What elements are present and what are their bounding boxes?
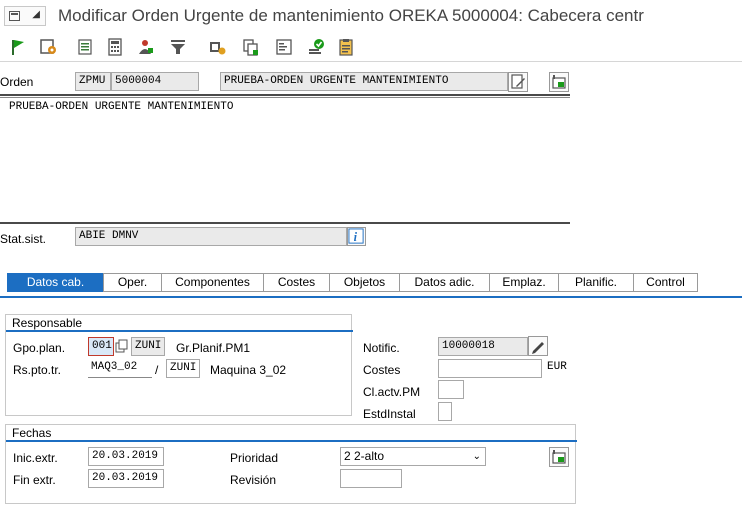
fechas-title: Fechas bbox=[12, 426, 52, 440]
estd-instal-label: EstdInstal bbox=[363, 407, 416, 421]
editor-top-border bbox=[0, 94, 570, 96]
svg-text:i: i bbox=[354, 230, 358, 244]
person-icon[interactable] bbox=[136, 38, 154, 56]
costes-label: Costes bbox=[363, 363, 401, 377]
inic-extr-label: Inic.extr. bbox=[13, 451, 58, 465]
list-icon[interactable] bbox=[275, 38, 293, 56]
tab-costes[interactable]: Costes bbox=[263, 273, 329, 292]
gpo-plan-description: Gr.Planif.PM1 bbox=[176, 341, 251, 355]
prioridad-dropdown[interactable]: 2 2-alto ⌄ bbox=[340, 447, 486, 466]
edit-text-button[interactable] bbox=[508, 72, 528, 92]
title-bar: ◢ Modificar Orden Urgente de mantenimien… bbox=[0, 0, 742, 32]
tab-emplaz[interactable]: Emplaz. bbox=[489, 273, 558, 292]
document-icon[interactable] bbox=[76, 38, 94, 56]
long-text-content[interactable]: PRUEBA-ORDEN URGENTE MANTENIMIENTO bbox=[9, 101, 233, 113]
detail-icon bbox=[552, 450, 566, 464]
editor-top-border-inner bbox=[0, 97, 570, 98]
revision-label: Revisión bbox=[230, 473, 277, 487]
responsable-title: Responsable bbox=[12, 316, 83, 330]
funnel-icon[interactable] bbox=[169, 38, 187, 56]
rs-separator: / bbox=[155, 363, 159, 377]
window-title: Modificar Orden Urgente de mantenimiento… bbox=[58, 6, 644, 25]
settings-icon[interactable] bbox=[40, 38, 58, 56]
flag-icon[interactable] bbox=[9, 38, 27, 56]
order-number-field[interactable]: 5000004 bbox=[111, 72, 199, 91]
prioridad-label: Prioridad bbox=[230, 451, 279, 465]
tab-datos-adic[interactable]: Datos adic. bbox=[399, 273, 489, 292]
checkmark-icon[interactable] bbox=[307, 38, 325, 56]
status-info-button[interactable]: i bbox=[347, 227, 366, 246]
tab-datos-cab[interactable]: Datos cab. bbox=[7, 273, 103, 292]
tab-objetos[interactable]: Objetos bbox=[329, 273, 399, 292]
tab-underline bbox=[0, 296, 742, 298]
tab-planific[interactable]: Planific. bbox=[558, 273, 633, 292]
rs-pto-tr-center-field[interactable]: ZUNI bbox=[166, 359, 200, 378]
order-label: Orden bbox=[0, 75, 34, 89]
value-help-icon bbox=[115, 339, 128, 353]
application-toolbar bbox=[0, 32, 742, 62]
expand-icon bbox=[552, 75, 566, 89]
order-type-field[interactable]: ZPMU bbox=[75, 72, 111, 91]
chevron-down-icon: ⌄ bbox=[472, 451, 481, 462]
currency-label: EUR bbox=[547, 361, 567, 373]
tab-control[interactable]: Control bbox=[633, 273, 698, 292]
prioridad-value: 2 2-alto bbox=[344, 449, 385, 463]
rs-pto-tr-description: Maquina 3_02 bbox=[210, 363, 287, 377]
gpo-plan-field[interactable]: 001 bbox=[88, 337, 114, 356]
chevron-down-icon: ◢ bbox=[32, 9, 40, 20]
notific-field: 10000018 bbox=[438, 337, 528, 356]
revision-field[interactable] bbox=[340, 469, 402, 488]
notific-edit-button[interactable] bbox=[528, 336, 548, 356]
clipboard-icon[interactable] bbox=[337, 38, 355, 56]
group-rule bbox=[6, 330, 353, 332]
copy-icon[interactable] bbox=[242, 38, 260, 56]
editor-bottom-border bbox=[0, 222, 570, 224]
rs-pto-tr-field[interactable]: MAQ3_02 bbox=[88, 359, 152, 378]
cl-actv-pm-field[interactable] bbox=[438, 380, 464, 399]
cl-actv-pm-label: Cl.actv.PM bbox=[363, 385, 421, 399]
system-menu-button[interactable]: ◢ bbox=[4, 6, 46, 26]
gpo-plan-center-field: ZUNI bbox=[131, 337, 165, 356]
info-icon: i bbox=[348, 228, 364, 244]
status-label: Stat.sist. bbox=[0, 232, 47, 246]
status-field: ABIE DMNV bbox=[75, 227, 347, 246]
notific-label: Notific. bbox=[363, 341, 400, 355]
fin-extr-field[interactable]: 20.03.2019 bbox=[88, 469, 164, 488]
gpo-plan-label: Gpo.plan. bbox=[13, 341, 66, 355]
cost-icon[interactable] bbox=[208, 38, 226, 56]
estd-instal-field[interactable] bbox=[438, 402, 452, 421]
rs-pto-tr-label: Rs.pto.tr. bbox=[13, 363, 62, 377]
order-description-field[interactable]: PRUEBA-ORDEN URGENTE MANTENIMIENTO bbox=[220, 72, 508, 91]
fin-extr-label: Fin extr. bbox=[13, 473, 56, 487]
inic-extr-field[interactable]: 20.03.2019 bbox=[88, 447, 164, 466]
expand-button[interactable] bbox=[549, 72, 569, 92]
tab-oper[interactable]: Oper. bbox=[103, 273, 161, 292]
value-help-button[interactable] bbox=[115, 339, 129, 354]
edit-document-icon bbox=[511, 74, 525, 89]
tab-componentes[interactable]: Componentes bbox=[161, 273, 263, 292]
costes-field[interactable] bbox=[438, 359, 542, 378]
group-rule bbox=[6, 440, 577, 442]
calculator-icon[interactable] bbox=[106, 38, 124, 56]
pencil-icon bbox=[532, 342, 544, 354]
menu-icon bbox=[9, 11, 20, 21]
fechas-detail-button[interactable] bbox=[549, 447, 569, 467]
